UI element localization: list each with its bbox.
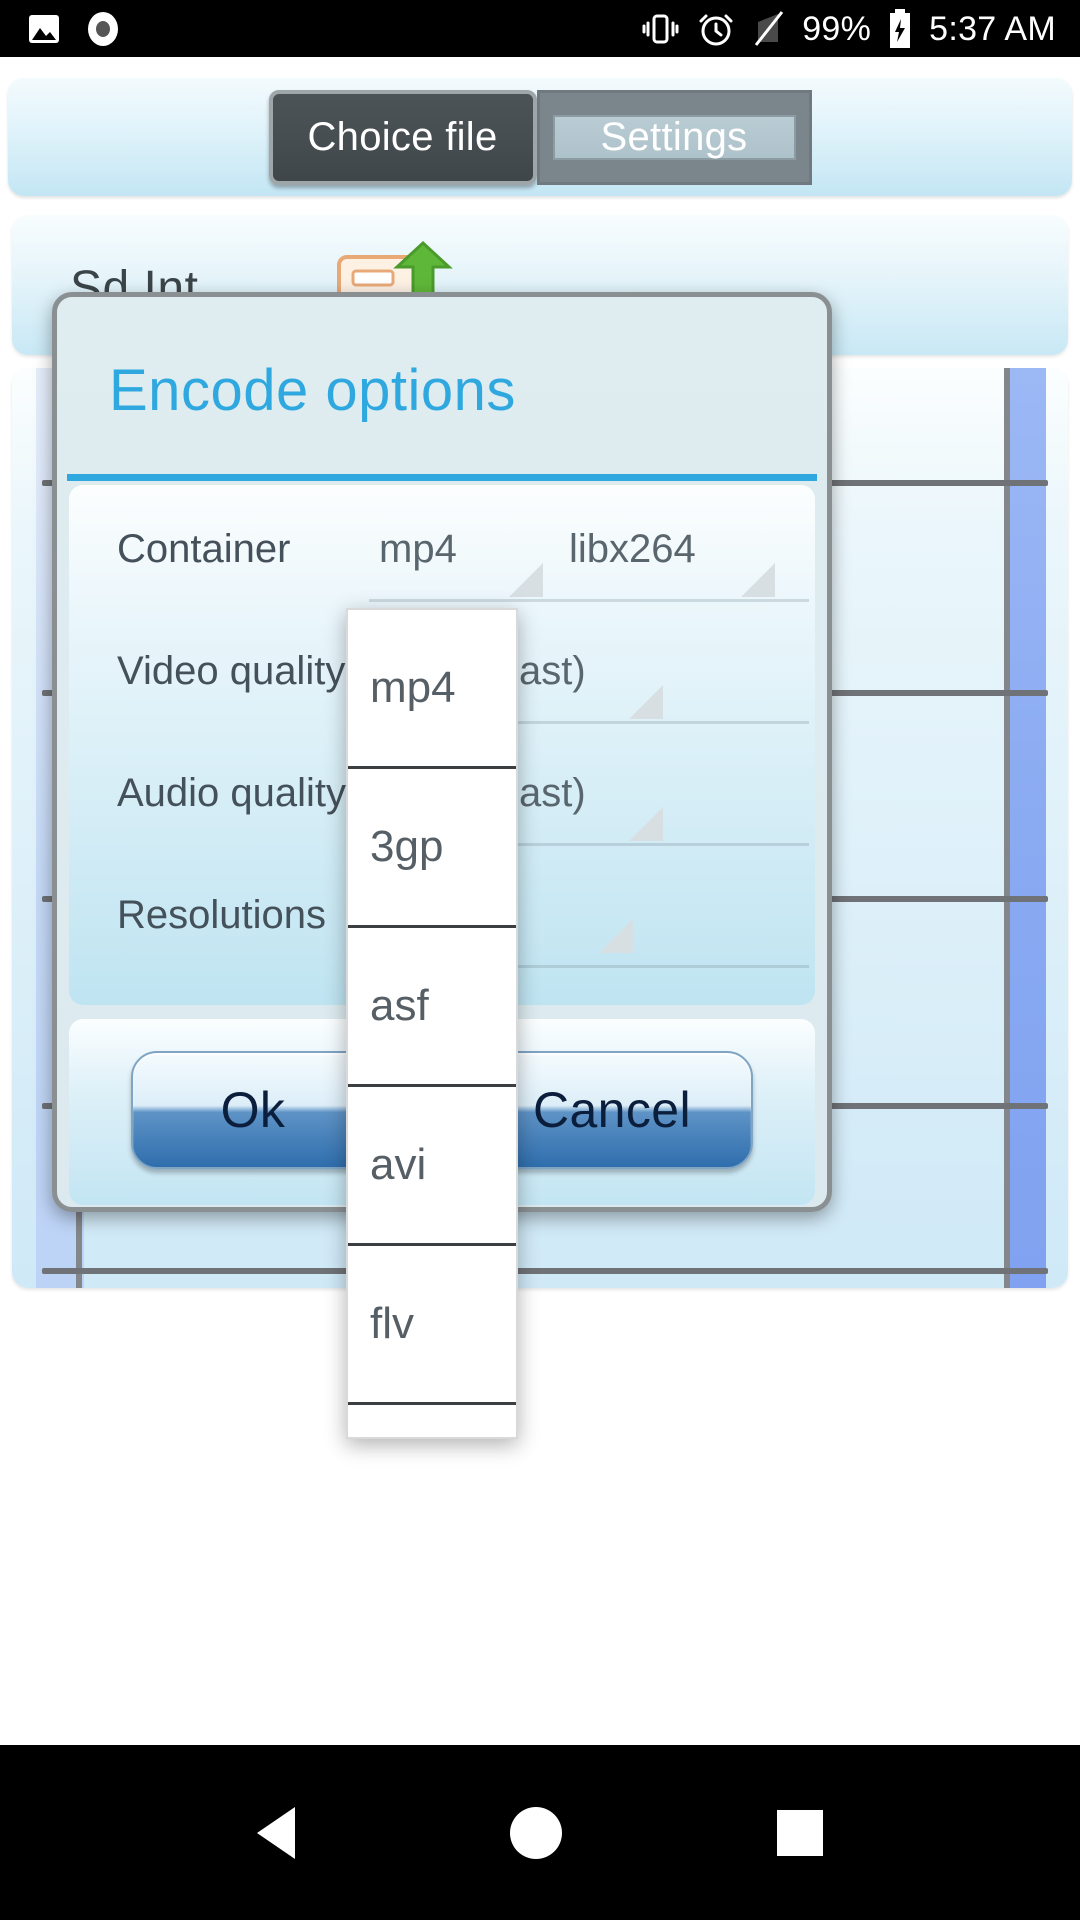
row-container-label: Container (117, 527, 291, 571)
vibrate-icon (642, 14, 679, 43)
list-item[interactable] (42, 1268, 1048, 1274)
image-icon (29, 14, 59, 43)
dropdown-option-partial[interactable] (348, 1405, 516, 1437)
battery-percent: 99% (802, 9, 872, 48)
list-stripe-right (1010, 368, 1046, 1288)
chevron-down-icon[interactable] (741, 563, 775, 597)
chevron-down-icon[interactable] (629, 807, 663, 841)
status-bar-left-icons (0, 10, 122, 48)
record-icon (88, 11, 118, 46)
spinner-codec-underline (559, 599, 809, 602)
tab-settings[interactable]: Settings (536, 89, 812, 185)
dropdown-option-label: avi (370, 1140, 427, 1189)
dropdown-option-label: 3gp (370, 822, 444, 871)
spinner-container-underline (369, 599, 559, 602)
spinner-audio-quality-value[interactable]: ast) (519, 771, 586, 816)
list-rail-right (1004, 368, 1010, 1288)
row-resolutions-label: Resolutions (117, 893, 327, 937)
screen: 99% 5:37 AM Choice file Settings Sd Int (0, 0, 1080, 1920)
status-bar: 99% 5:37 AM (0, 0, 1080, 57)
dropdown-option-label: mp4 (370, 663, 456, 712)
dropdown-option-asf[interactable]: asf (348, 928, 516, 1087)
battery-charging-icon (890, 8, 911, 48)
spinner-container-value[interactable]: mp4 (379, 527, 457, 572)
row-audio-quality-label: Audio quality (117, 771, 347, 815)
home-icon[interactable] (510, 1806, 562, 1859)
cancel-button-label: Cancel (532, 1082, 692, 1138)
row-video-quality-label: Video quality: (117, 649, 357, 693)
alarm-icon (699, 14, 733, 45)
chevron-down-icon[interactable] (629, 685, 663, 719)
navigation-bar (0, 1745, 1080, 1920)
ok-button-label: Ok (220, 1082, 286, 1138)
container-dropdown-list[interactable]: mp4 3gp asf avi flv (346, 608, 518, 1439)
row-container: Container mp4 libx264 (69, 491, 815, 613)
tab-choice-file-label: Choice file (307, 114, 498, 159)
tab-choice-file[interactable]: Choice file (268, 89, 537, 185)
dropdown-option-mp4[interactable]: mp4 (348, 610, 516, 769)
back-icon[interactable] (257, 1806, 295, 1859)
dropdown-option-flv[interactable]: flv (348, 1246, 516, 1405)
spinner-codec-value[interactable]: libx264 (569, 527, 696, 572)
dialog-title-divider (67, 474, 817, 481)
recents-icon[interactable] (777, 1809, 823, 1856)
dropdown-option-label: flv (370, 1299, 414, 1348)
tab-settings-label: Settings (600, 114, 748, 159)
chevron-down-icon[interactable] (509, 563, 543, 597)
dropdown-option-3gp[interactable]: 3gp (348, 769, 516, 928)
dropdown-option-label: asf (370, 981, 429, 1030)
signal-off-icon (755, 10, 784, 46)
clock-time: 5:37 AM (929, 9, 1056, 48)
ok-button[interactable]: Ok (131, 1051, 375, 1169)
chevron-down-icon[interactable] (599, 919, 633, 953)
tab-strip: Choice file Settings (268, 89, 812, 185)
dialog-title: Encode options (109, 358, 516, 423)
status-bar-right-icons: 99% 5:37 AM (640, 8, 1080, 50)
tab-bar: Choice file Settings (8, 78, 1072, 196)
dropdown-option-avi[interactable]: avi (348, 1087, 516, 1246)
spinner-video-quality-value[interactable]: ast) (519, 649, 586, 694)
